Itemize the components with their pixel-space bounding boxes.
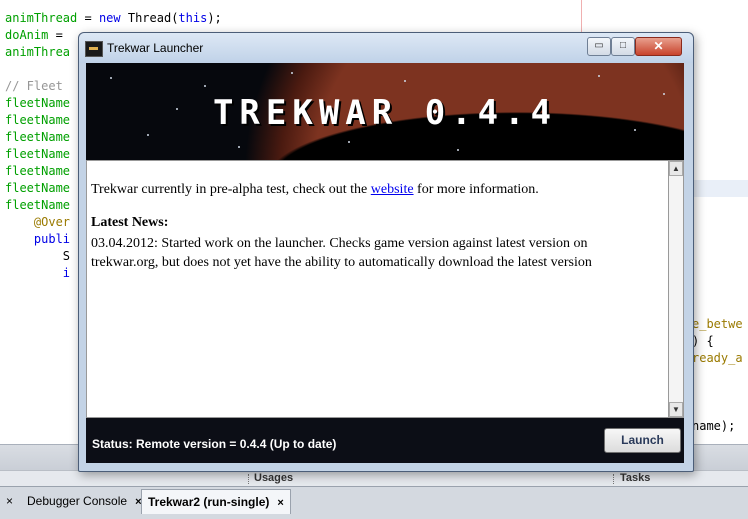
code-line[interactable]: fleetName <box>5 112 70 129</box>
vertical-scrollbar[interactable]: ▲ ▼ <box>669 160 684 418</box>
output-panel-header: Usages Tasks <box>0 470 748 487</box>
output-tab-bar: × Debugger Console × Trekwar2 (run-single… <box>0 486 748 519</box>
window-title: Trekwar Launcher <box>107 41 204 55</box>
launch-button[interactable]: Launch <box>604 428 681 453</box>
status-bar: Status: Remote version = 0.4.4 (Up to da… <box>86 418 684 463</box>
code-fragment: ) { <box>692 334 714 348</box>
intro-text: Trekwar currently in pre-alpha test, che… <box>91 182 539 198</box>
code-line[interactable]: animThrea <box>5 44 70 61</box>
scroll-down-icon[interactable]: ▼ <box>669 402 683 417</box>
close-button[interactable]: ✕ <box>635 37 682 56</box>
code-line[interactable]: i <box>5 265 70 282</box>
code-token: this <box>178 11 208 25</box>
code-token: // Fleet <box>5 79 63 93</box>
code-token: publi <box>5 232 71 246</box>
intro-text-end: for more information. <box>413 182 539 197</box>
code-line[interactable]: doAnim = <box>5 27 70 44</box>
tab-label: Debugger Console <box>27 494 128 508</box>
banner-title: TREKWAR 0.4.4 <box>212 93 558 133</box>
code-token: doAnim <box>5 28 49 42</box>
code-line[interactable]: @Over <box>5 214 70 231</box>
minimize-button[interactable]: ▭ <box>587 37 611 56</box>
code-line[interactable]: fleetName <box>5 146 70 163</box>
code-token: ); <box>207 11 222 25</box>
tab-trekwar2-run-single[interactable]: Trekwar2 (run-single) × <box>141 489 291 514</box>
code-token: S <box>5 249 71 263</box>
code-fragment: ready_a <box>692 351 743 365</box>
panel-usages[interactable]: Usages <box>254 472 293 484</box>
app-icon <box>85 41 103 57</box>
code-token: i <box>5 266 71 280</box>
code-token: @Over <box>5 215 71 229</box>
code-token: animThrea <box>5 45 71 59</box>
code-line[interactable]: fleetName <box>5 180 70 197</box>
code-token: animThread <box>5 11 78 25</box>
website-link[interactable]: website <box>371 182 414 197</box>
banner-image: TREKWAR 0.4.4 <box>86 63 684 160</box>
news-body: 03.04.2012: Started work on the launcher… <box>91 236 592 270</box>
code-line[interactable]: S <box>5 248 70 265</box>
intro-text-start: Trekwar currently in pre-alpha test, che… <box>91 182 371 197</box>
code-token: Thread( <box>120 11 179 25</box>
window-titlebar[interactable]: Trekwar Launcher ▭ □ ✕ <box>79 33 693 63</box>
maximize-button[interactable]: □ <box>611 37 635 56</box>
code-token: fleetName <box>5 198 71 212</box>
code-line[interactable]: animThread = new Thread(this); <box>5 10 222 27</box>
window-client-area: TREKWAR 0.4.4 Trekwar currently in pre-a… <box>86 63 684 463</box>
code-token: fleetName <box>5 96 71 110</box>
panel-tasks[interactable]: Tasks <box>620 472 650 484</box>
code-token: fleetName <box>5 113 71 127</box>
code-fragment: e_betwe <box>692 317 743 331</box>
panel-grip-icon[interactable] <box>613 474 616 484</box>
code-line[interactable]: fleetName <box>5 129 70 146</box>
status-text: Status: Remote version = 0.4.4 (Up to da… <box>92 437 337 451</box>
code-token: fleetName <box>5 164 71 178</box>
code-fragment: name); <box>692 419 736 433</box>
code-token: = <box>48 28 71 42</box>
tab-close-icon[interactable]: × <box>0 489 19 513</box>
scroll-up-icon[interactable]: ▲ <box>669 161 683 176</box>
code-token: new <box>98 11 121 25</box>
code-line[interactable]: fleetName <box>5 95 70 112</box>
code-token: fleetName <box>5 181 71 195</box>
news-heading: Latest News: <box>91 215 169 230</box>
news-pane[interactable]: Trekwar currently in pre-alpha test, che… <box>86 160 669 418</box>
tab-debugger-console[interactable]: Debugger Console × <box>21 489 148 513</box>
panel-grip-icon[interactable] <box>248 474 251 484</box>
launcher-window: Trekwar Launcher ▭ □ ✕ TREKWAR 0.4.4 Tre… <box>78 32 694 472</box>
current-line-highlight <box>688 180 748 197</box>
code-token: fleetName <box>5 130 71 144</box>
code-token: fleetName <box>5 147 71 161</box>
code-line[interactable]: publi <box>5 231 70 248</box>
code-line[interactable]: // Fleet <box>5 78 63 95</box>
code-line[interactable]: fleetName <box>5 163 70 180</box>
code-token: = <box>77 11 99 25</box>
code-line[interactable]: fleetName <box>5 197 70 214</box>
close-icon[interactable]: × <box>277 497 283 509</box>
tab-label: Trekwar2 (run-single) <box>148 495 270 509</box>
scrollbar-track[interactable] <box>669 176 683 402</box>
